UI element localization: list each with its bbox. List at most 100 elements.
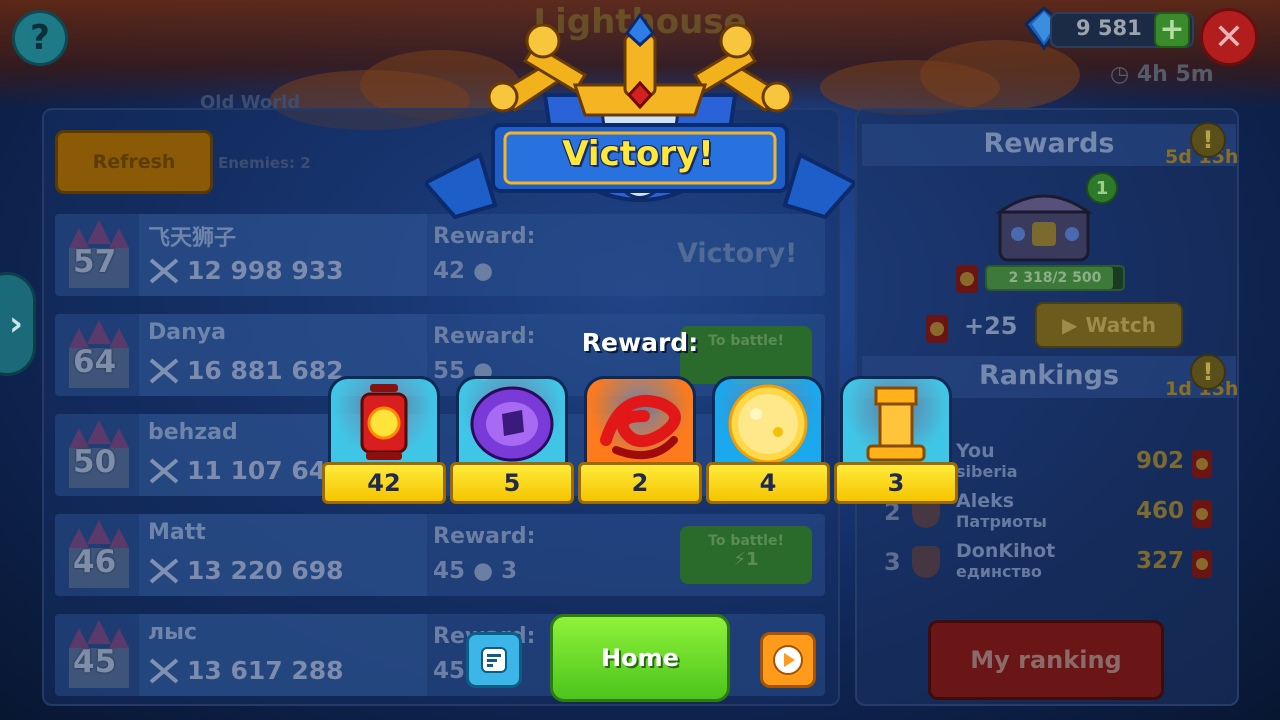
opponent-name: Matt [148, 520, 206, 545]
my-ranking-button[interactable]: My ranking [928, 620, 1164, 700]
opponent-name: лыс [148, 620, 198, 645]
event-timer: ◷ 4h 5m [1110, 62, 1214, 87]
reward-count: 5 [450, 462, 574, 504]
victory-title: Victory! [562, 134, 714, 174]
info-glyph: ! [1202, 126, 1214, 154]
crossed-swords-icon [149, 358, 179, 384]
opponent-power: 12 998 933 [187, 256, 344, 285]
reward-amount: 42 [433, 258, 466, 284]
lantern-icon [1192, 550, 1212, 578]
rewards-info-icon[interactable]: ! [1190, 122, 1226, 158]
reward-item: 5 [450, 374, 574, 504]
crossed-swords-icon [149, 658, 179, 684]
opponent-level: 57 [73, 244, 117, 280]
rank-clan-name: Патриоты [956, 512, 1047, 531]
watch-ad-button[interactable]: ▶ Watch [1035, 302, 1183, 348]
opponent-power: 16 881 682 [187, 356, 344, 385]
close-icon: ✕ [1213, 16, 1245, 58]
opponent-name: Danya [148, 320, 226, 345]
rewards-progress-text: 2 318/2 500 [1008, 270, 1102, 286]
rankings-info-icon[interactable]: ! [1190, 354, 1226, 390]
rank-player-name: Aleks [956, 490, 1015, 512]
golden-tower-icon [866, 386, 926, 462]
to-battle-button[interactable]: To battle! ⚡1 [680, 526, 812, 584]
rank-score: 902 [1136, 448, 1185, 474]
red-swirl-icon [600, 394, 681, 460]
lantern-icon [926, 315, 948, 343]
question-icon: ? [30, 18, 50, 58]
lightning-icon: ⚡ [733, 549, 747, 570]
reward-item: 3 [834, 374, 958, 504]
info-glyph: ! [1202, 358, 1214, 386]
opponent-level: 50 [73, 444, 117, 480]
rank-clan-name: единство [956, 562, 1042, 581]
crossed-swords-icon [149, 458, 179, 484]
battle-cost: ⚡1 [680, 549, 812, 570]
opponent-level: 46 [73, 544, 117, 580]
reward-count: 42 [322, 462, 446, 504]
clan-emblem-icon [912, 546, 940, 578]
reward-count: 4 [706, 462, 830, 504]
rank-clan-name: siberia [956, 462, 1018, 481]
help-button[interactable]: ? [12, 10, 68, 66]
add-gems-button[interactable]: + [1154, 12, 1190, 48]
reward-value: 45 ● 3 [433, 558, 518, 584]
reward-amount: 45 [433, 658, 466, 684]
chest-count-badge: 1 [1086, 172, 1118, 204]
opponent-power: 13 617 288 [187, 656, 344, 685]
lantern-icon [360, 384, 408, 460]
refresh-button[interactable]: Refresh [55, 130, 213, 194]
rank-player-name: DonKihot [956, 540, 1056, 562]
plus-icon: + [1159, 12, 1185, 47]
reward-label: Reward: [433, 524, 536, 549]
event-timer-text: 4h 5m [1136, 62, 1214, 87]
rank-position: 3 [884, 548, 901, 576]
golden-orb-icon [728, 384, 808, 464]
list-icon [481, 647, 507, 673]
ranking-row[interactable]: 3 DonKihot единство 327 [880, 540, 1220, 588]
opponent-level: 64 [73, 344, 117, 380]
reward-label: Reward: [581, 328, 699, 357]
reward-item: 2 [578, 374, 702, 504]
reward-item: 4 [706, 374, 830, 504]
replay-button[interactable] [760, 632, 816, 688]
home-button[interactable]: Home [550, 614, 730, 702]
rewards-progress-bar: 2 318/2 500 [985, 265, 1125, 291]
reward-value: 42 ● [433, 258, 494, 284]
reward-amount: 45 [433, 558, 466, 584]
rank-score: 327 [1136, 548, 1185, 574]
opponent-name: 飞天狮子 [148, 226, 237, 251]
rank-score: 460 [1136, 498, 1185, 524]
watch-label: Watch [1085, 313, 1156, 337]
panel-subtitle: Old World [200, 92, 301, 113]
battle-cost-value: 1 [746, 549, 759, 570]
opponent-power: 13 220 698 [187, 556, 344, 585]
reward-item: 42 [322, 374, 446, 504]
close-button[interactable]: ✕ [1200, 8, 1258, 66]
lantern-icon [1192, 450, 1212, 478]
opponent-row[interactable]: 46 Matt 13 220 698 Reward: 45 ● 3 To battle! ⚡… [55, 514, 825, 596]
reward-count: 3 [834, 462, 958, 504]
void-crystal-icon [470, 386, 554, 462]
to-battle-label: To battle! [708, 533, 784, 549]
reward-extra-amount: 3 [501, 558, 518, 584]
reward-count: 2 [578, 462, 702, 504]
reward-label: Reward: [433, 324, 536, 349]
next-page-button[interactable]: › [0, 272, 36, 376]
battle-status: Victory! [677, 238, 798, 269]
opponent-level: 45 [73, 644, 117, 680]
bonus-amount: +25 [964, 312, 1018, 340]
crossed-swords-icon [149, 558, 179, 584]
victory-banner-emblem [425, 12, 855, 220]
enemies-count: Enemies: 2 [218, 154, 311, 172]
replay-icon [773, 645, 803, 675]
gem-count: 9 581 [1076, 16, 1142, 40]
cloud-decoration [920, 40, 1080, 110]
crossed-swords-icon [149, 258, 179, 284]
chevron-right-icon: › [8, 304, 23, 344]
lantern-icon [1192, 500, 1212, 528]
rank-player-name: You [956, 440, 995, 462]
reward-chest-icon [995, 194, 1093, 262]
battle-log-button[interactable] [466, 632, 522, 688]
video-icon: ▶ [1062, 313, 1078, 337]
